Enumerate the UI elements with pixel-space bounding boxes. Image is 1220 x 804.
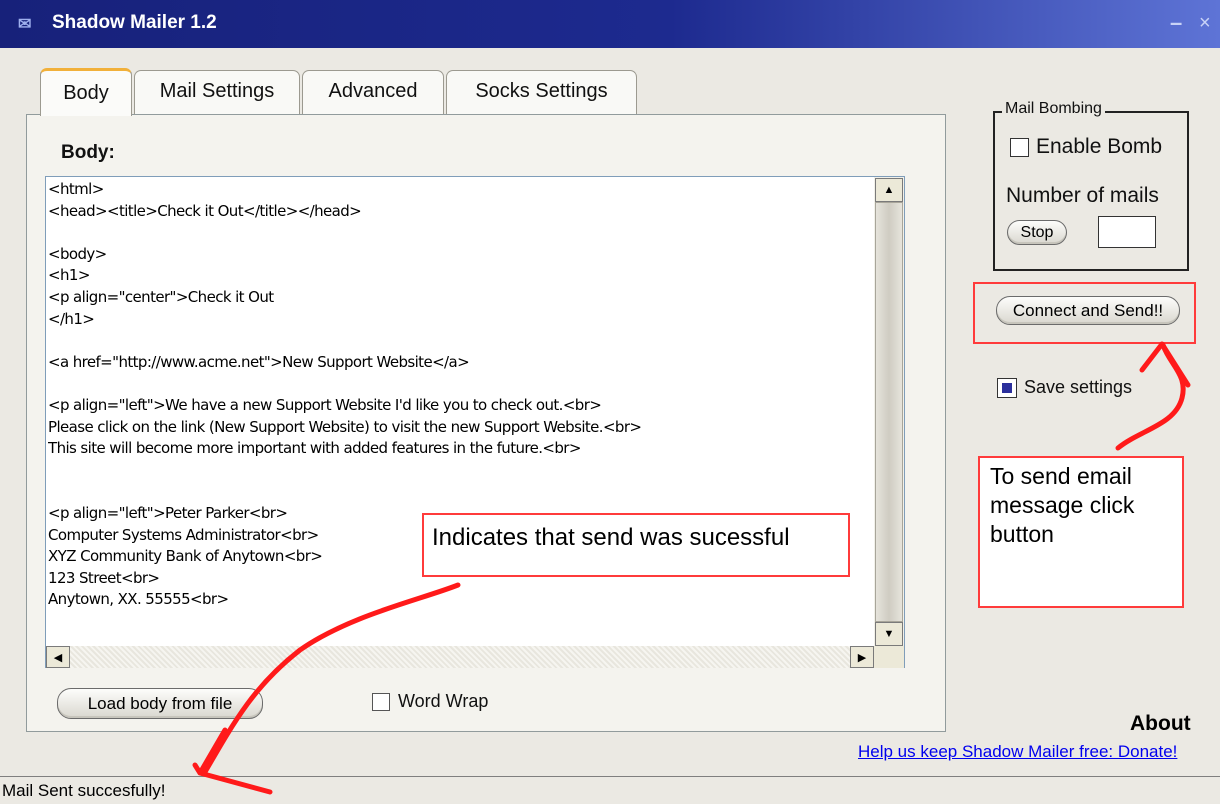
body-label: Body: [61, 142, 115, 163]
scroll-down-arrow-icon[interactable]: ▼ [875, 622, 903, 646]
window-title: Shadow Mailer 1.2 [52, 12, 217, 33]
status-bar [0, 776, 1220, 804]
donate-link[interactable]: Help us keep Shadow Mailer free: Donate! [858, 742, 1177, 762]
scroll-left-arrow-icon[interactable]: ◀ [46, 646, 70, 668]
save-settings-label: Save settings [1024, 377, 1133, 397]
enable-bomb-checkbox[interactable] [1010, 138, 1029, 157]
tab-advanced[interactable]: Advanced [302, 70, 444, 114]
annotation-sent-text: Indicates that send was sucessful [432, 524, 790, 551]
scrollbar-corner [874, 646, 904, 668]
envelope-icon: ✉ [18, 16, 32, 33]
checkbox-checked-mark [1002, 383, 1012, 393]
word-wrap-label: Word Wrap [398, 691, 489, 711]
number-of-mails-label: Number of mails [1006, 184, 1159, 207]
close-button[interactable]: × [1199, 12, 1211, 35]
enable-bomb-label: Enable Bomb [1036, 135, 1163, 158]
word-wrap-checkbox[interactable] [372, 693, 390, 711]
horizontal-scrollbar[interactable] [46, 646, 874, 668]
scroll-right-arrow-icon[interactable]: ▶ [850, 646, 874, 668]
status-text: Mail Sent succesfully! [2, 781, 166, 800]
stop-button[interactable]: Stop [1007, 220, 1067, 245]
about-label[interactable]: About [1130, 712, 1191, 736]
minimize-button[interactable]: – [1170, 10, 1182, 36]
mail-bombing-legend: Mail Bombing [1002, 100, 1105, 118]
annotation-connect-highlight [973, 282, 1196, 344]
tab-socks-settings[interactable]: Socks Settings [446, 70, 637, 114]
annotation-send-text: To send email message click button [990, 463, 1135, 547]
load-body-button[interactable]: Load body from file [57, 688, 263, 719]
number-of-mails-input[interactable] [1098, 216, 1156, 248]
scroll-up-arrow-icon[interactable]: ▲ [875, 178, 903, 202]
vertical-scroll-thumb[interactable] [875, 202, 903, 622]
tab-mail-settings[interactable]: Mail Settings [134, 70, 300, 114]
tab-body[interactable]: Body [40, 68, 132, 116]
